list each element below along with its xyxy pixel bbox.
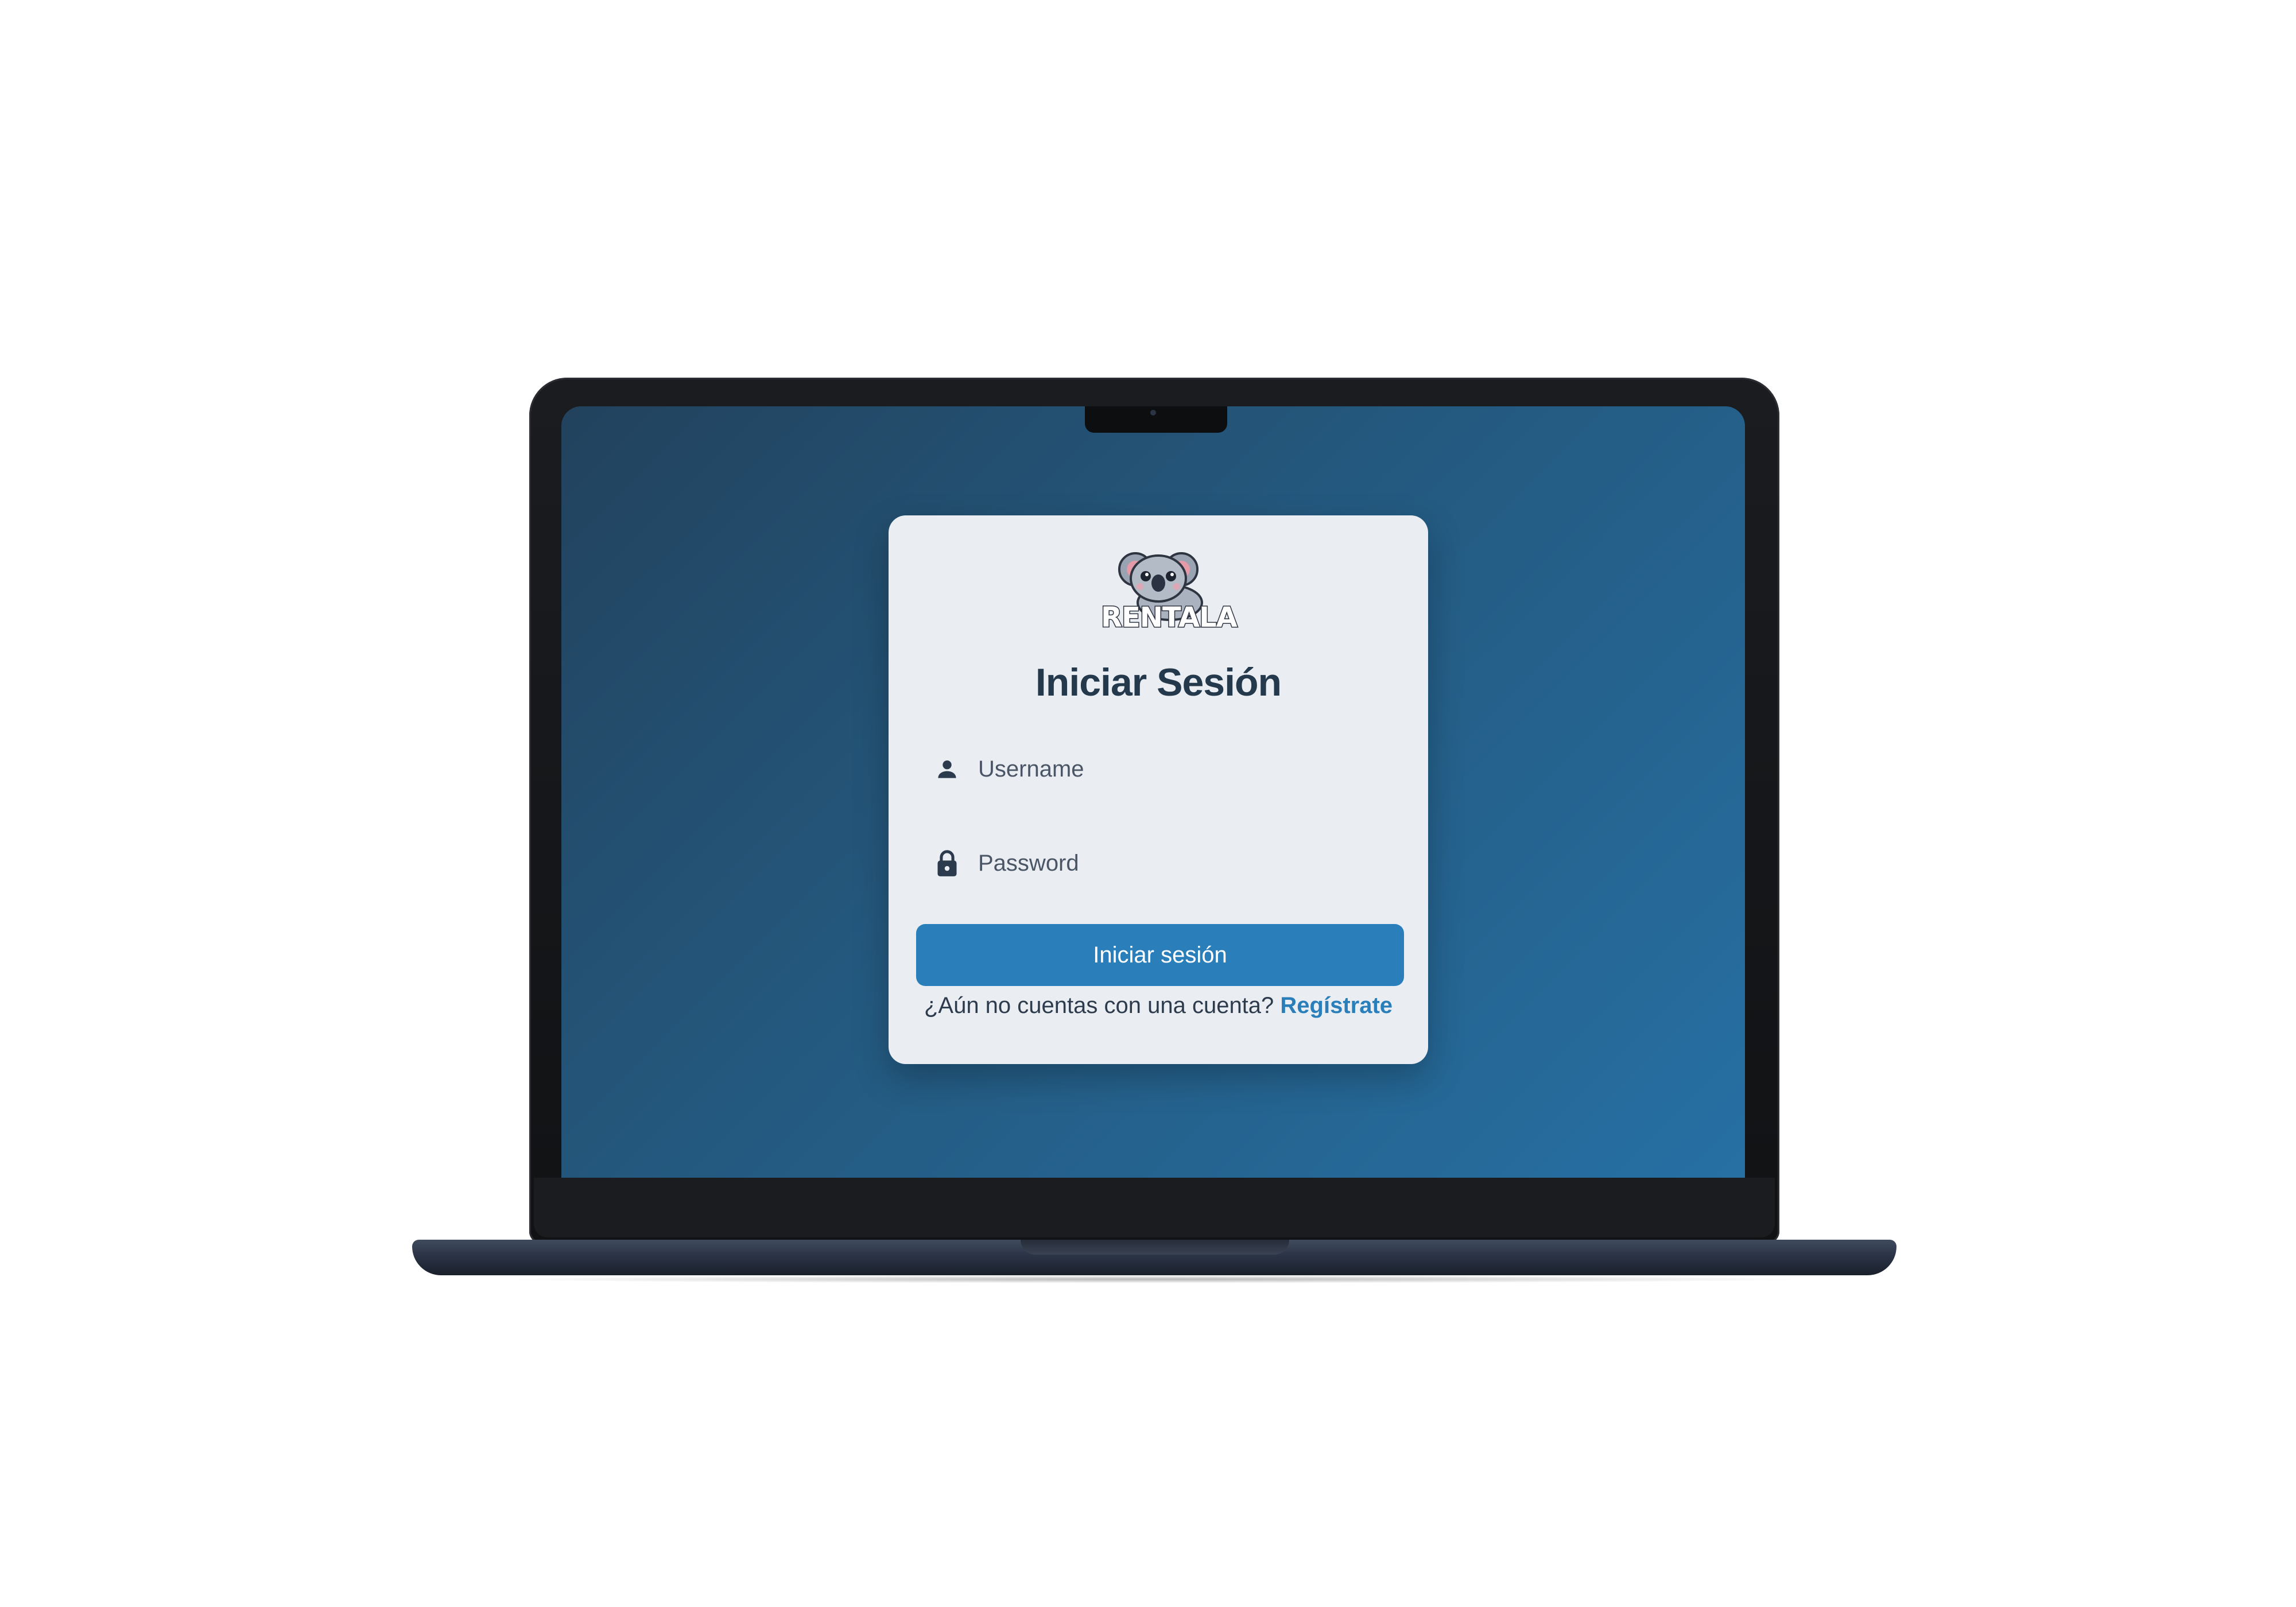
signup-prompt: ¿Aún no cuentas con una cuenta? Regístra… (889, 993, 1428, 1019)
signup-prompt-text: ¿Aún no cuentas con una cuenta? (924, 993, 1274, 1018)
person-icon (932, 754, 962, 784)
username-field[interactable] (916, 737, 1399, 801)
laptop-bezel-bottom (534, 1178, 1775, 1237)
camera-icon (1150, 410, 1156, 416)
camera-notch (1085, 406, 1227, 433)
password-input[interactable] (978, 850, 1380, 876)
register-link[interactable]: Regístrate (1280, 993, 1393, 1018)
password-field[interactable] (916, 831, 1399, 895)
username-input[interactable] (978, 756, 1380, 782)
logo-wordmark: RENTALA (1100, 601, 1239, 635)
lock-icon (932, 848, 962, 878)
page-title: Iniciar Sesión (1035, 661, 1282, 704)
product-mockup: RENTALA Iniciar Sesión Iniciar sesión ¿A… (0, 0, 2296, 1607)
login-button[interactable]: Iniciar sesión (916, 924, 1404, 986)
laptop-shadow (494, 1275, 1814, 1283)
laptop-base-notch (1021, 1240, 1289, 1255)
